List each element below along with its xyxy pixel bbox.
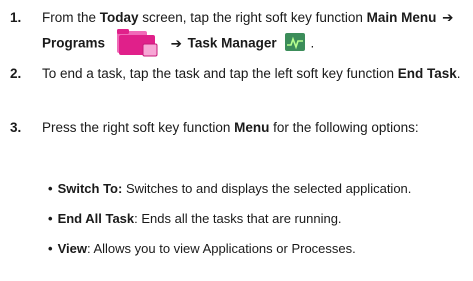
bullet-item-view: • View: Allows you to view Applications o… (48, 240, 468, 258)
step-2: 2. To end a task, tap the task and tap t… (10, 62, 468, 85)
main-menu-label: Main Menu (366, 10, 437, 25)
bullet-item-switch-to: • Switch To: Switches to and displays the… (48, 180, 468, 198)
step-number: 2. (10, 66, 22, 81)
task-manager-icon (284, 32, 306, 52)
step-text: To end a task, tap the task and tap the … (42, 66, 461, 81)
step-3: 3. Press the right soft key function Men… (10, 116, 468, 139)
bullet-dot: • (48, 181, 53, 196)
step-number: 3. (10, 120, 22, 135)
programs-folder-icon (115, 27, 159, 57)
arrow-icon: ➔ (442, 10, 454, 25)
task-manager-label: Task Manager (187, 35, 277, 51)
programs-label: Programs (42, 35, 106, 51)
bullet-item-end-all-task: • End All Task: Ends all the tasks that a… (48, 210, 468, 228)
bullet-term: End All Task (57, 211, 135, 226)
arrow-icon: ➔ (170, 35, 182, 51)
bullet-description: : Ends all the tasks that are running. (134, 211, 342, 226)
end-task-label: End Task (397, 66, 457, 81)
bullet-term: Switch To: (57, 181, 123, 196)
bullet-dot: • (48, 241, 53, 256)
bullet-term: View (57, 241, 87, 256)
step-1: 1. From the Today screen, tap the right … (10, 6, 468, 59)
menu-label: Menu (234, 120, 270, 135)
today-screen-label: Today (99, 10, 139, 25)
bullet-description: : Allows you to view Applications or Pro… (86, 241, 356, 256)
bullet-dot: • (48, 211, 53, 226)
step-number: 1. (10, 10, 22, 25)
step-text: Press the right soft key function Menu f… (42, 120, 419, 135)
document-page: 1. From the Today screen, tap the right … (0, 0, 473, 281)
bullet-description: Switches to and displays the selected ap… (122, 181, 412, 196)
step-text: From the Today screen, tap the right sof… (42, 6, 468, 59)
